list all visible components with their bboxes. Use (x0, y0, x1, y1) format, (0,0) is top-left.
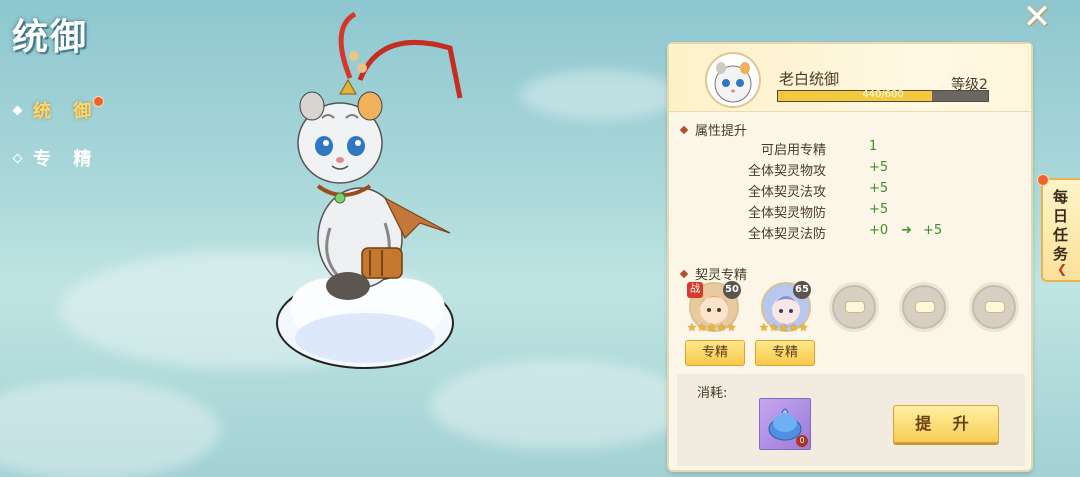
exp-progress-bar: 440/600 (777, 89, 989, 102)
avatar (705, 52, 761, 108)
attribute-row: 全体契灵法防 +0 ➜ +5 (669, 223, 1031, 244)
diamond-outline-icon (12, 153, 23, 163)
notification-dot-icon (1037, 174, 1049, 186)
attribute-value: +5 (869, 160, 889, 175)
nav-item-label: 专 精 (33, 149, 100, 170)
attribute-row: 全体契灵法攻 +5 (669, 181, 1031, 202)
star-icon: ★ (768, 321, 779, 334)
star-icon: ★ (798, 321, 809, 334)
star-icon: ★ (716, 321, 727, 334)
cost-area: 消耗: 0 提 升 (677, 374, 1025, 466)
hero-class-badge: 战 (687, 282, 703, 298)
star-icon: ★ (778, 321, 789, 334)
attribute-value: +5 (869, 181, 889, 196)
hero-level-badge: 50 (723, 281, 741, 299)
daily-task-tab[interactable]: 每日任务 ❮ (1037, 174, 1080, 282)
hero-stars: ★ ★ ★ ★ ★ (687, 322, 736, 334)
bg-cloud (520, 70, 680, 120)
nav-item-label: 统 御 (33, 101, 100, 122)
upgrade-panel: 老白统御 等级2 440/600 属性提升 可启用专精 1 全体契灵物攻 +5 … (667, 42, 1033, 472)
attribute-row: 全体契灵物攻 +5 (669, 160, 1031, 181)
attributes-title-text: 属性提升 (695, 124, 748, 139)
nav-item-tongyu[interactable]: 统 御 (12, 86, 105, 134)
attribute-value: 1 (869, 139, 878, 154)
cost-item[interactable]: 0 (759, 398, 811, 450)
empty-slot-icon (985, 301, 1005, 313)
panel-header: 老白统御 等级2 440/600 (669, 44, 1031, 112)
attribute-name: 全体契灵法防 (747, 227, 826, 242)
diamond-icon (12, 105, 23, 115)
arrow-right-icon: ➜ (901, 223, 912, 238)
attribute-value: +0 (869, 223, 889, 238)
notification-dot-icon (93, 95, 105, 107)
attribute-name: 全体契灵物防 (747, 206, 826, 221)
spec-title-text: 契灵专精 (695, 268, 748, 283)
cost-label: 消耗: (697, 386, 728, 401)
empty-hero-slot[interactable] (829, 282, 879, 332)
empty-hero-slot[interactable] (969, 282, 1019, 332)
attribute-next-value: +5 (923, 223, 943, 238)
bg-cloud (0, 380, 220, 477)
daily-task-label: 每日任务 (1053, 188, 1069, 263)
spec-button[interactable]: 专精 (685, 340, 745, 366)
diamond-bullet-icon (679, 125, 689, 134)
empty-slot-icon (845, 301, 865, 313)
star-icon: ★ (759, 321, 769, 334)
attribute-value: +5 (869, 202, 889, 217)
hero-stars: ★ ★ ★ ★ ★ (759, 322, 808, 334)
upgrade-button[interactable]: 提 升 (893, 405, 999, 443)
tongyu-name: 老白统御 (779, 70, 840, 88)
spec-section-title: 契灵专精 (679, 264, 748, 283)
attribute-name: 可启用专精 (760, 143, 826, 158)
spec-button[interactable]: 专精 (755, 340, 815, 366)
exp-progress-text: 440/600 (862, 89, 904, 100)
diamond-bullet-icon (679, 269, 689, 278)
hero-level-badge: 65 (793, 281, 811, 299)
star-icon: ★ (687, 321, 697, 334)
star-icon: ★ (696, 321, 707, 334)
side-nav: 统 御 专 精 (12, 86, 105, 182)
attribute-row: 全体契灵物防 +5 (669, 202, 1031, 223)
attribute-row: 可启用专精 1 (669, 139, 1031, 160)
close-icon[interactable]: ✕ (1020, 0, 1054, 36)
empty-slot-icon (915, 301, 935, 313)
tiger-avatar-icon (714, 62, 752, 103)
page-title: 统御 (12, 16, 89, 58)
star-icon: ★ (726, 321, 737, 334)
chevron-left-icon: ❮ (1057, 262, 1068, 276)
attribute-name: 全体契灵物攻 (747, 164, 826, 179)
empty-hero-slot[interactable] (899, 282, 949, 332)
star-icon: ★ (788, 321, 799, 334)
item-count-badge: 0 (796, 435, 808, 447)
attributes-section-title: 属性提升 (679, 120, 748, 139)
nav-item-zhuanjing[interactable]: 专 精 (12, 134, 104, 182)
attribute-name: 全体契灵法攻 (747, 185, 826, 200)
white-tiger-character (276, 11, 463, 369)
star-icon: ★ (706, 321, 717, 334)
